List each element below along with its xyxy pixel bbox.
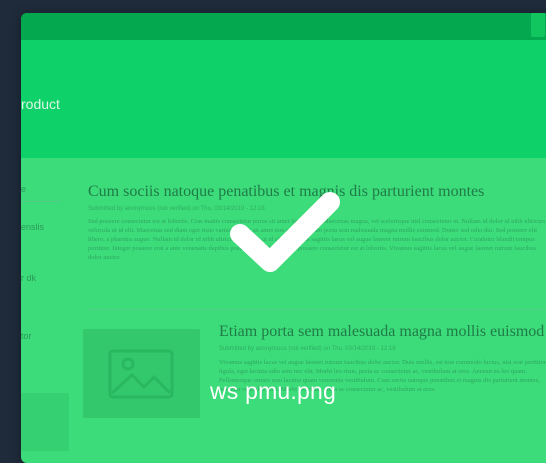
site-title: roduct: [21, 96, 60, 112]
article-meta: Submitted by anonymous (not verified) on…: [88, 206, 265, 212]
sidebar-item[interactable]: e: [21, 184, 26, 194]
article-divider: [88, 309, 546, 310]
sidebar-item[interactable]: r dk: [21, 273, 36, 283]
article-meta: Submitted by anonymous (not verified) on…: [219, 346, 396, 352]
sidebar: e enslis r dk tor: [21, 158, 69, 463]
topbar-button[interactable]: [531, 13, 545, 37]
sidebar-item[interactable]: tor: [21, 331, 32, 341]
article-thumbnail: [83, 329, 200, 418]
window-topbar: [21, 13, 546, 40]
article-body: Vivamus sagittis lacus vel augue laoreet…: [219, 359, 546, 393]
sidebar-block: [21, 393, 69, 451]
sidebar-item[interactable]: enslis: [21, 222, 44, 232]
drop-target-card[interactable]: roduct e enslis r dk tor Cum sociis nato…: [21, 13, 546, 463]
article-title[interactable]: Etiam porta sem malesuada magna mollis e…: [219, 323, 544, 341]
site-header: roduct: [21, 40, 546, 158]
image-placeholder-icon: [108, 349, 174, 399]
article-title[interactable]: Cum sociis natoque penatibus et magnis d…: [88, 183, 484, 201]
article-body: Sed posuere consectetur est at lobortis.…: [88, 218, 546, 261]
sidebar-divider: [21, 201, 61, 202]
